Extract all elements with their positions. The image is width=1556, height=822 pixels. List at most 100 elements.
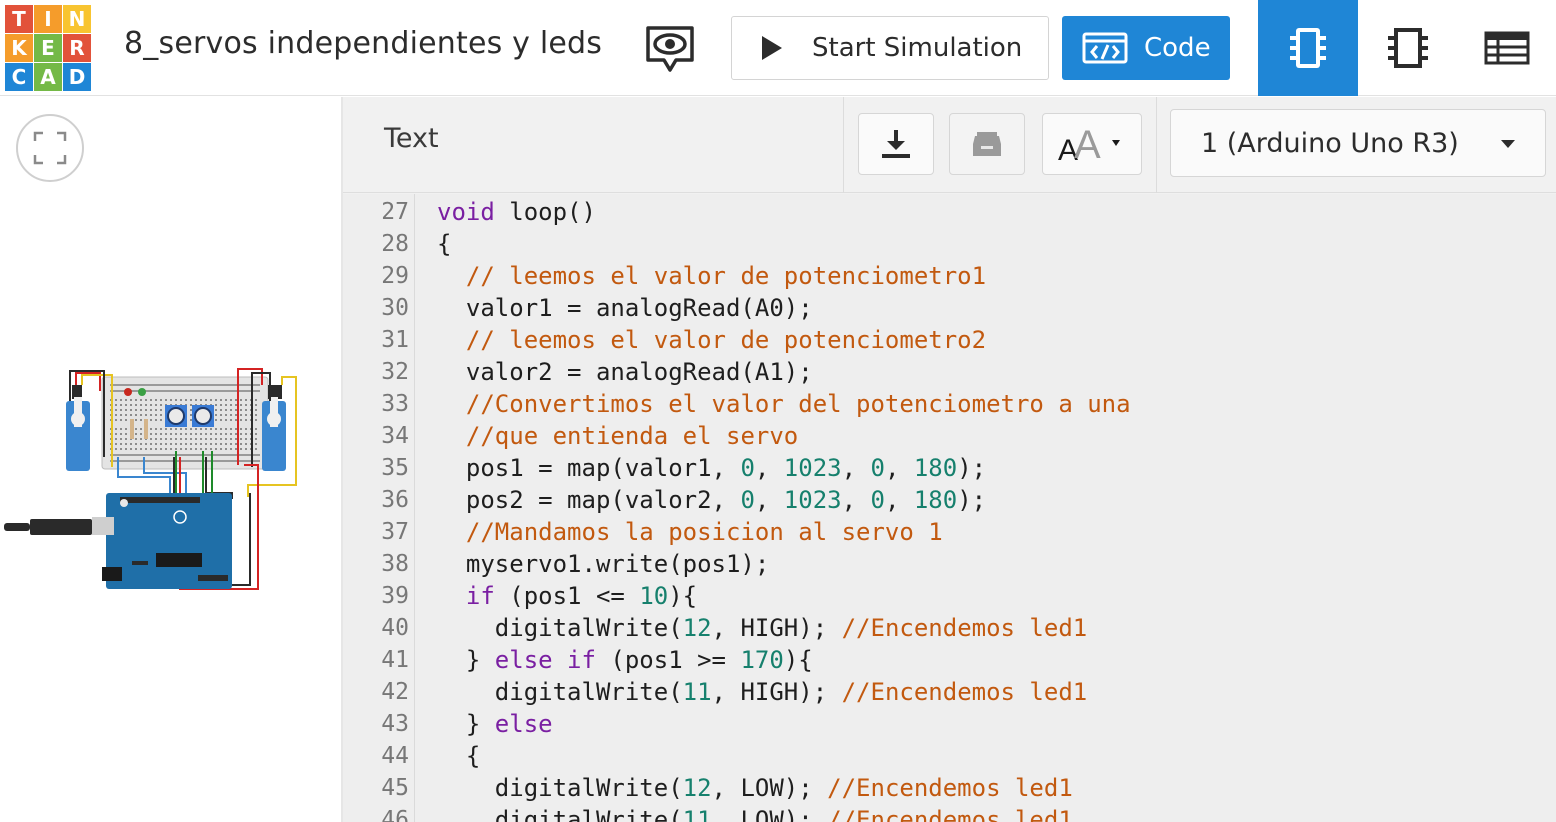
svg-text:A: A [1074,123,1101,166]
component-view-tab[interactable] [1258,0,1358,96]
line-number: 38 [381,551,409,577]
code-token: 1023 [783,486,842,514]
code-mode-select[interactable]: Text [384,123,439,154]
code-text: { [437,228,451,260]
eye-comment-icon[interactable] [640,20,700,80]
led-red [124,388,132,396]
code-token: else [494,710,553,738]
code-token: digitalWrite( [437,614,683,642]
code-token: 0 [870,454,885,482]
circuit-canvas[interactable] [0,97,341,822]
code-token: 180 [913,454,958,482]
line-number: 35 [381,455,409,481]
font-size-icon: A A [1058,123,1120,166]
code-token: , [884,454,914,482]
font-size-button[interactable]: A A [1042,113,1142,175]
download-code-button[interactable] [858,113,934,175]
line-number: 45 [381,775,409,801]
download-icon [882,130,910,158]
library-icon [973,132,1001,156]
code-token: // leemos el valor de potenciometro1 [465,262,987,290]
header-divider [1156,97,1157,193]
line-number: 43 [381,711,409,737]
chevron-down-icon [1501,140,1515,148]
code-token: , [884,486,914,514]
parts-list-icon [1484,31,1530,65]
code-token: { [437,230,452,258]
device-select[interactable]: 1 (Arduino Uno R3) [1170,109,1546,177]
code-token: , [841,454,871,482]
logo-letter: D [63,63,91,91]
code-token: 0 [870,486,885,514]
code-text: // leemos el valor de potenciometro1 [437,260,986,292]
play-icon [762,36,782,60]
code-token: pos2 = map(valor2, [437,486,741,514]
code-panel: Text A A 1 (Arduino Uno R3) 27 void loop… [343,97,1556,822]
tinkercad-logo[interactable]: TIN KER CAD [5,5,91,91]
code-token: 0 [740,486,755,514]
logo-letter: C [5,63,33,91]
libraries-button[interactable] [949,113,1025,175]
code-token: , LOW); [711,806,828,822]
code-token: 12 [682,614,712,642]
fit-view-button[interactable] [16,114,84,182]
line-number: 27 [381,199,409,225]
code-text: digitalWrite(11, LOW); //Encendemos led1 [437,804,1073,822]
code-token: else if [494,646,596,674]
code-token: , HIGH); [711,678,842,706]
code-editor[interactable]: 27 void loop() 28 {29 // leemos el valor de… [343,194,1556,822]
schematic-view-tab[interactable] [1358,0,1458,96]
code-text: pos1 = map(valor1, 0, 1023, 0, 180); [437,452,986,484]
code-token: //que entienda el servo [465,422,799,450]
code-token: 12 [682,774,712,802]
component-list-tab[interactable] [1458,0,1556,96]
logo-letter: N [63,5,91,33]
device-select-value: 1 (Arduino Uno R3) [1201,127,1459,159]
code-token: , [754,486,784,514]
code-label: Code [1144,33,1211,63]
logo-letter: R [63,34,91,62]
code-text: myservo1.write(pos1); [437,548,769,580]
code-token: //Mandamos la posicion al servo 1 [465,518,943,546]
arduino-uno-board [102,493,232,589]
code-token: 1023 [783,454,842,482]
code-token: (pos1 <= [494,582,640,610]
line-number: 42 [381,679,409,705]
logo-letter: A [34,63,62,91]
line-number: 37 [381,519,409,545]
circuit-drawing[interactable] [0,357,341,617]
header-divider [843,97,844,193]
line-number: 30 [381,295,409,321]
code-text: digitalWrite(12, LOW); //Encendemos led1 [437,772,1073,804]
code-token: 11 [682,806,712,822]
code-token: //Convertimos el valor del potenciometro… [465,390,1131,418]
component-icon [1290,28,1326,68]
line-number: 39 [381,583,409,609]
code-text: } else [437,708,553,740]
project-title[interactable]: 8_servos independientes y leds [124,26,602,61]
code-token: valor2 = analogRead(A1); [437,358,813,386]
code-token: 170 [740,646,784,674]
code-button[interactable]: Code [1062,16,1230,80]
start-simulation-button[interactable]: Start Simulation [731,16,1049,80]
line-number: 36 [381,487,409,513]
chip-icon [1388,28,1428,68]
code-token: //Encendemos led1 [841,614,1088,642]
logo-letter: K [5,34,33,62]
code-token: } [437,646,495,674]
fit-to-view-icon [33,131,67,165]
code-token: digitalWrite( [437,774,683,802]
code-token: , [841,486,871,514]
code-token: //Encendemos led1 [827,806,1073,822]
code-token: 10 [639,582,669,610]
code-token: ); [957,486,987,514]
code-token: valor1 = analogRead(A0); [437,294,813,322]
line-number: 28 [381,231,409,257]
code-token: pos1 = map(valor1, [437,454,741,482]
code-token: ); [957,454,987,482]
